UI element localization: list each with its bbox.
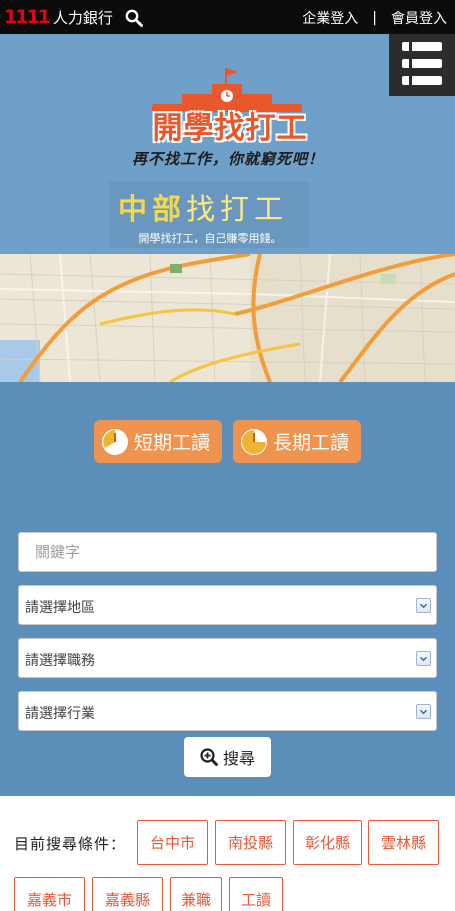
long-term-job-label: 長期工讀	[273, 432, 350, 454]
condition-tag[interactable]: 工讀	[229, 877, 283, 911]
chevron-down-icon	[416, 651, 431, 666]
condition-tag[interactable]: 台中市	[137, 820, 208, 865]
search-button[interactable]: 搜尋	[184, 737, 271, 777]
keyword-field-wrap	[18, 532, 437, 572]
chevron-down-icon	[416, 704, 431, 719]
job-select-value: 請選擇職務	[25, 653, 95, 669]
keyword-input[interactable]	[19, 533, 436, 571]
clock-icon	[241, 428, 267, 455]
short-term-job-button[interactable]: 短期工讀	[94, 420, 222, 463]
search-icon[interactable]	[125, 9, 143, 27]
top-links: 企業登入 | 會員登入	[302, 8, 447, 28]
clock-icon	[102, 428, 128, 455]
industry-select[interactable]: 請選擇行業	[18, 691, 437, 731]
region-title: 中部找打工	[118, 186, 288, 228]
member-login-link[interactable]: 會員登入	[391, 8, 447, 28]
region-title-light: 找打工	[186, 192, 289, 226]
short-term-job-label: 短期工讀	[134, 432, 211, 454]
chevron-down-icon	[416, 598, 431, 613]
link-separator: |	[372, 10, 377, 26]
campaign-slogan: 再不找工作，你就窮死吧！	[131, 150, 324, 168]
map-image	[0, 254, 455, 382]
employer-login-link[interactable]: 企業登入	[302, 8, 358, 28]
brand-name: 人力銀行	[52, 8, 113, 27]
condition-tag[interactable]: 南投縣	[215, 820, 286, 865]
region-select-value: 請選擇地區	[25, 600, 95, 616]
condition-tag[interactable]: 兼職	[170, 877, 222, 911]
region-title-strong: 中部	[118, 192, 187, 226]
top-bar: 1111 人力銀行 企業登入 | 會員登入	[0, 0, 455, 34]
job-select[interactable]: 請選擇職務	[18, 638, 437, 678]
magnifier-plus-icon	[200, 748, 218, 766]
region-select[interactable]: 請選擇地區	[18, 585, 437, 625]
brand-number: 1111	[4, 6, 51, 28]
current-conditions-label: 目前搜尋條件：	[14, 835, 127, 853]
hamburger-menu-icon[interactable]	[389, 34, 455, 96]
region-subtitle: 開學找打工，自己賺零用錢。	[138, 232, 282, 245]
condition-tag[interactable]: 嘉義縣	[92, 877, 163, 911]
search-button-label: 搜尋	[222, 749, 255, 768]
condition-tag[interactable]: 雲林縣	[368, 820, 439, 865]
condition-tag[interactable]: 嘉義市	[14, 877, 85, 911]
industry-select-value: 請選擇行業	[25, 706, 95, 722]
condition-tag[interactable]: 彰化縣	[293, 820, 362, 865]
long-term-job-button[interactable]: 長期工讀	[233, 420, 361, 463]
brand-logo[interactable]: 1111 人力銀行	[4, 6, 113, 28]
campaign-title: 開學找打工	[152, 111, 308, 146]
